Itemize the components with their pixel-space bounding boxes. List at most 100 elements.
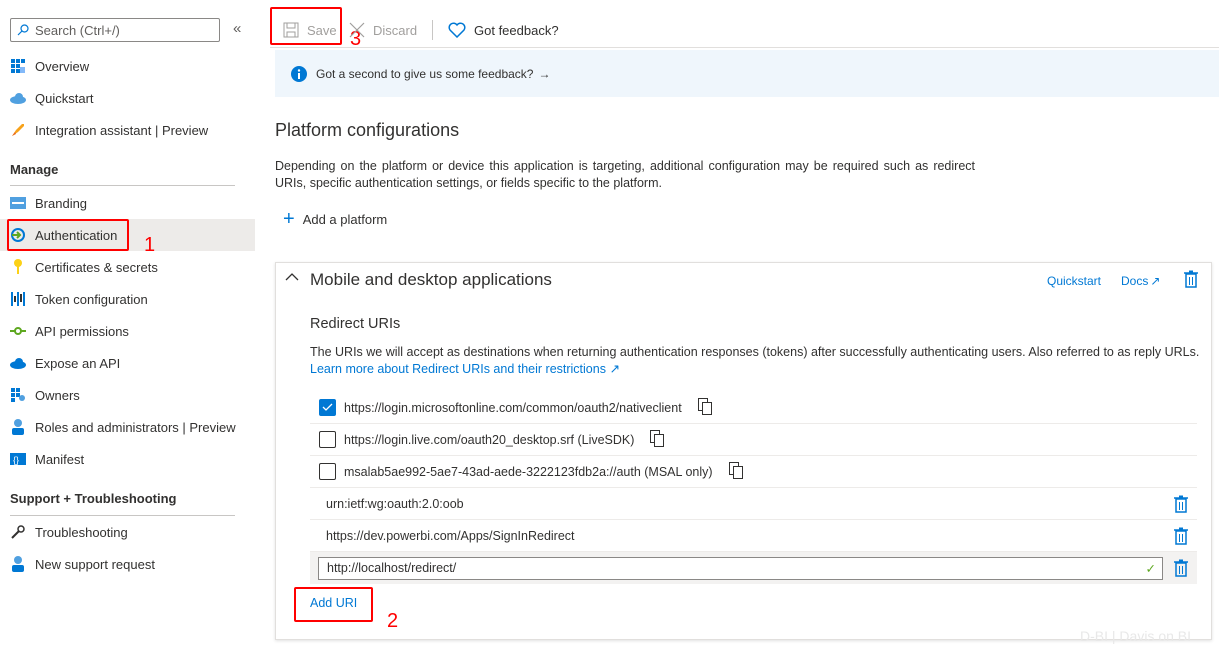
uri-text: msalab5ae992-5ae7-43ad-aede-3222123fdb2a… — [344, 464, 713, 479]
sidebar-item-new-support-request[interactable]: New support request — [0, 548, 255, 580]
banner-text: Got a second to give us some feedback? — [316, 66, 534, 81]
suggested-uri-row: https://login.microsoftonline.com/common… — [310, 392, 1197, 424]
watermark: D-BI | Davis on BI — [1080, 628, 1192, 644]
add-platform-button[interactable]: + Add a platform — [283, 208, 388, 230]
collapse-sidebar-button[interactable]: « — [233, 20, 241, 37]
annotation-box-1 — [7, 219, 129, 251]
checkbox[interactable] — [319, 463, 336, 480]
sidebar-item-label: Owners — [35, 387, 80, 403]
card-title: Mobile and desktop applications — [310, 270, 552, 289]
external-link-icon: ↗ — [1150, 274, 1161, 288]
sidebar-item-manifest[interactable]: {} Manifest — [0, 443, 255, 475]
checkbox[interactable] — [319, 431, 336, 448]
annotation-label-1: 1 — [144, 234, 156, 256]
sidebar-item-label: Token configuration — [35, 291, 148, 307]
got-feedback-button[interactable]: Got feedback? — [448, 20, 559, 40]
owners-icon — [10, 387, 26, 403]
uri-text: https://login.microsoftonline.com/common… — [344, 400, 682, 415]
trash-icon[interactable] — [1173, 559, 1189, 580]
copy-icon[interactable] — [697, 397, 712, 418]
trash-icon — [1184, 270, 1198, 288]
redirect-uris-description: The URIs we will accept as destinations … — [310, 344, 1200, 378]
sidebar-item-troubleshooting[interactable]: Troubleshooting — [0, 516, 255, 548]
redirect-desc-text: The URIs we will accept as destinations … — [310, 345, 1200, 359]
search-placeholder: Search (Ctrl+/) — [35, 22, 120, 38]
annotation-box-3 — [270, 7, 342, 45]
learn-more-link[interactable]: Learn more about Redirect URIs and their… — [310, 362, 620, 376]
sidebar-item-label: Roles and administrators | Preview — [35, 419, 236, 435]
sidebar-item-token-configuration[interactable]: Token configuration — [0, 283, 255, 315]
sidebar-item-label: Branding — [35, 195, 88, 211]
learn-more-label: Learn more about Redirect URIs and their… — [310, 362, 606, 376]
sidebar-item-label: API permissions — [35, 323, 129, 339]
copy-icon[interactable] — [650, 429, 665, 450]
docs-link[interactable]: Docs ↗ — [1121, 274, 1160, 288]
custom-uri-row: urn:ietf:wg:oauth:2.0:oob — [310, 488, 1197, 520]
copy-icon[interactable] — [728, 461, 743, 482]
suggested-uri-row: msalab5ae992-5ae7-43ad-aede-3222123fdb2a… — [310, 456, 1197, 488]
trash-icon[interactable] — [1173, 527, 1189, 548]
quickstart-link[interactable]: Quickstart — [1047, 274, 1101, 288]
custom-uri-row: https://dev.powerbi.com/Apps/SignInRedir… — [310, 520, 1197, 552]
redirect-uri-input[interactable]: http://localhost/redirect/ ✓ — [318, 556, 1163, 580]
branding-icon — [10, 195, 26, 211]
info-icon — [291, 65, 307, 82]
heart-icon — [448, 22, 466, 38]
redirect-uris-title: Redirect URIs — [310, 316, 401, 332]
add-platform-label: Add a platform — [302, 211, 388, 227]
sidebar-item-label: Certificates & secrets — [35, 259, 158, 275]
sidebar-item-quickstart[interactable]: Quickstart — [0, 82, 255, 114]
uri-text: https://login.live.com/oauth20_desktop.s… — [344, 432, 635, 447]
arrow-right-icon: → — [538, 66, 551, 81]
feedback-label: Got feedback? — [474, 22, 559, 38]
annotation-label-2: 2 — [387, 610, 399, 632]
toolbar-divider — [432, 20, 433, 40]
sidebar-item-integration-assistant[interactable]: Integration assistant | Preview — [0, 114, 255, 146]
sidebar-item-label: Overview — [35, 58, 90, 74]
annotation-box-2 — [294, 587, 373, 622]
support-section-header: Support + Troubleshooting — [10, 491, 177, 506]
chevron-up-icon[interactable] — [285, 269, 299, 285]
support-person-icon — [10, 556, 26, 572]
page-description: Depending on the platform or device this… — [275, 159, 975, 190]
sidebar-item-label: Expose an API — [35, 355, 121, 371]
new-uri-row: http://localhost/redirect/ ✓ — [310, 552, 1197, 584]
svg-text:{}: {} — [13, 455, 19, 465]
sidebar-item-branding[interactable]: Branding — [0, 187, 255, 219]
divider — [10, 185, 235, 186]
sidebar-item-label: Troubleshooting — [35, 524, 128, 540]
toolbar-border — [270, 47, 1219, 48]
search-icon — [17, 24, 29, 36]
sidebar-item-certificates[interactable]: Certificates & secrets — [0, 251, 255, 283]
close-icon — [349, 22, 365, 38]
search-input[interactable]: Search (Ctrl+/) — [10, 18, 220, 42]
plus-icon: + — [283, 208, 295, 230]
manage-section-header: Manage — [10, 162, 59, 177]
uri-text: https://dev.powerbi.com/Apps/SignInRedir… — [326, 528, 575, 543]
delete-platform-button[interactable] — [1183, 270, 1199, 291]
sidebar-item-label: Manifest — [35, 451, 85, 467]
sidebar-item-overview[interactable]: Overview — [0, 50, 255, 82]
checkbox[interactable] — [319, 399, 336, 416]
docs-label: Docs — [1121, 274, 1149, 288]
page-title: Platform configurations — [275, 120, 460, 140]
sidebar-item-label: New support request — [35, 556, 155, 572]
uri-text: urn:ietf:wg:oauth:2.0:oob — [326, 496, 464, 511]
sidebar-item-owners[interactable]: Owners — [0, 379, 255, 411]
check-icon: ✓ — [1145, 561, 1156, 576]
manifest-icon: {} — [10, 451, 26, 467]
discard-button[interactable]: Discard — [349, 20, 417, 40]
overview-grid-icon — [10, 58, 26, 74]
suggested-uri-row: https://login.live.com/oauth20_desktop.s… — [310, 424, 1197, 456]
wrench-icon — [10, 524, 26, 540]
cloud-icon — [10, 90, 26, 106]
token-icon — [10, 291, 26, 307]
sidebar-item-api-permissions[interactable]: API permissions — [0, 315, 255, 347]
sidebar-item-expose-api[interactable]: Expose an API — [0, 347, 255, 379]
key-icon — [10, 259, 26, 275]
feedback-banner[interactable]: Got a second to give us some feedback? → — [275, 50, 1219, 97]
input-value: http://localhost/redirect/ — [327, 561, 457, 575]
trash-icon[interactable] — [1173, 495, 1189, 516]
sidebar-item-roles-administrators[interactable]: Roles and administrators | Preview — [0, 411, 255, 443]
api-permissions-icon — [10, 323, 26, 339]
